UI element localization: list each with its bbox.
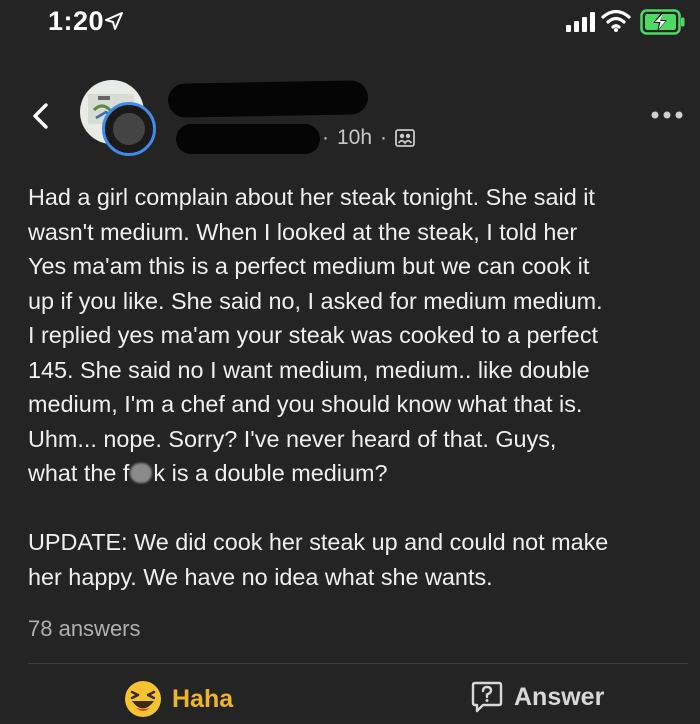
more-horizontal-icon <box>651 111 683 119</box>
wifi-icon <box>601 9 631 32</box>
chevron-left-icon <box>33 103 48 129</box>
haha-reaction-button[interactable]: Haha <box>124 680 233 718</box>
censor-blur <box>130 463 153 483</box>
author-photo <box>102 102 156 156</box>
author-avatar[interactable] <box>80 80 156 156</box>
author-credential-redacted <box>176 124 320 154</box>
censored-text-before: what the f <box>28 460 130 486</box>
battery-charging-icon <box>640 9 685 35</box>
post-line: Yes ma'am this is a perfect medium but w… <box>28 253 590 279</box>
post-line: medium, I'm a chef and you should know w… <box>28 391 583 417</box>
back-button[interactable] <box>22 96 62 136</box>
author-name-redacted <box>167 80 369 118</box>
post-timestamp: 10h <box>337 126 373 149</box>
laughing-emoji-icon <box>125 681 161 717</box>
location-arrow-icon <box>105 12 123 30</box>
divider <box>28 663 688 664</box>
haha-label: Haha <box>172 684 234 713</box>
answer-button[interactable]: Answer <box>470 680 604 714</box>
post-body: Had a girl complain about her steak toni… <box>28 180 688 594</box>
post-line: I replied yes ma'am your steak was cooke… <box>28 322 599 348</box>
status-bar: 1:20 <box>0 0 700 48</box>
post-line: up if you like. She said no, I asked for… <box>28 287 603 314</box>
question-bubble-icon <box>471 681 503 713</box>
meta-separator: · <box>322 126 329 149</box>
post-line: 145. She said no I want medium, medium..… <box>28 356 590 383</box>
cell-signal-icon <box>566 12 595 32</box>
post-line: Uhm... nope. Sorry? I've never heard of … <box>28 425 557 452</box>
answer-label: Answer <box>514 682 605 711</box>
post-meta: · 10h · <box>322 126 415 150</box>
status-time: 1:20 <box>48 6 105 36</box>
update-line: UPDATE: We did cook her steak up and cou… <box>28 529 609 555</box>
update-line: her happy. We have no idea what she want… <box>28 563 493 590</box>
people-icon <box>395 129 415 147</box>
meta-separator-2: · <box>380 126 388 149</box>
censored-text-after: k is a double medium? <box>153 460 388 486</box>
post-line-censored: what the f k is a double medium? <box>28 456 688 491</box>
post-line: Had a girl complain about her steak toni… <box>28 184 595 210</box>
more-options-button[interactable] <box>650 107 684 125</box>
post-line: wasn't medium. When I looked at the stea… <box>28 218 578 245</box>
answers-count-link[interactable]: 78 answers <box>28 616 141 642</box>
